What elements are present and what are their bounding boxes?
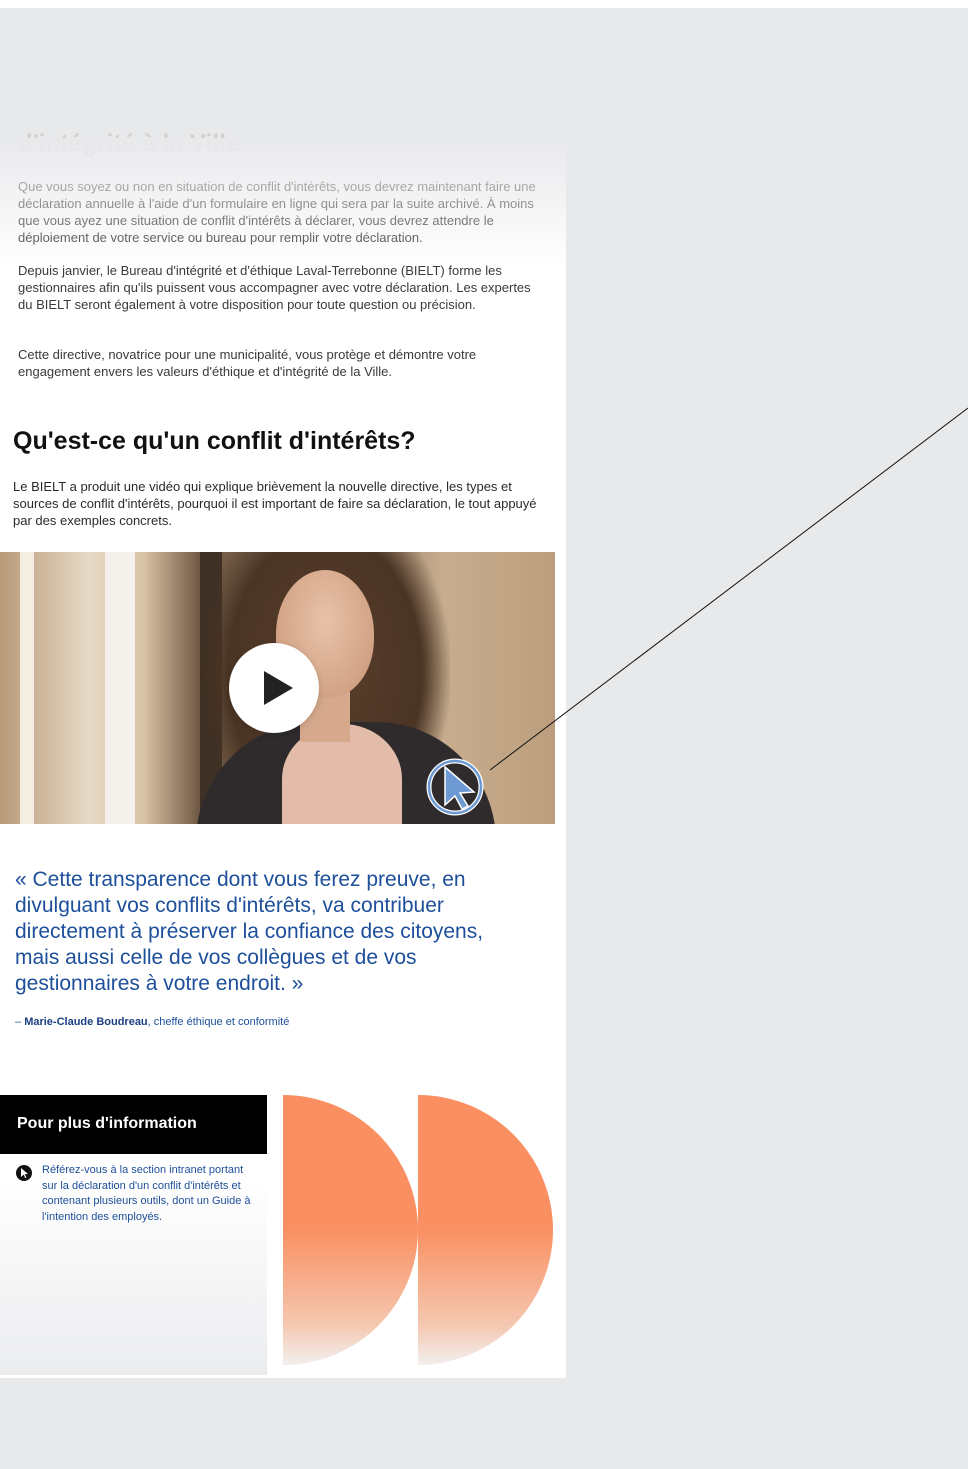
info-box-header: Pour plus d'information (0, 1095, 267, 1154)
paragraph-directive: Cette directive, novatrice pour une muni… (18, 347, 477, 379)
faded-section-heading: d'intégrité à la Ville (18, 130, 240, 157)
attribution-role: , cheffe éthique et conformité (147, 1016, 290, 1028)
background-stripe (105, 552, 135, 824)
quote-attribution: – Marie-Claude Boudreau, cheffe éthique … (15, 1016, 289, 1028)
play-icon (264, 671, 293, 705)
paragraph-bielt-training: Depuis janvier, le Bureau d'intégrité et… (18, 263, 531, 312)
intranet-section-link[interactable]: Référez-vous à la section intranet porta… (42, 1163, 252, 1225)
attribution-name: Marie-Claude Boudreau (24, 1016, 148, 1028)
background-stripe (20, 552, 34, 824)
article-page: d'intégrité à la Ville Que vous soyez ou… (0, 130, 566, 1378)
top-bar (0, 0, 968, 8)
paragraph-declaration: Que vous soyez ou non en situation de co… (18, 179, 536, 245)
pull-quote: « Cette transparence dont vous ferez pre… (15, 868, 484, 995)
cursor-icon (16, 1165, 32, 1181)
video-intro-text: Le BIELT a produit une vidéo qui expliqu… (13, 479, 537, 528)
section-heading: Qu'est-ce qu'un conflit d'intérêts? (13, 427, 416, 455)
video-player[interactable] (0, 552, 555, 824)
info-box: Pour plus d'information Référez-vous à l… (0, 1095, 267, 1375)
decorative-half-circle-left (283, 1095, 418, 1365)
play-button[interactable] (229, 643, 319, 733)
decorative-half-circle-right (418, 1095, 553, 1365)
attribution-prefix: – (15, 1016, 25, 1028)
info-box-title: Pour plus d'information (17, 1115, 197, 1132)
